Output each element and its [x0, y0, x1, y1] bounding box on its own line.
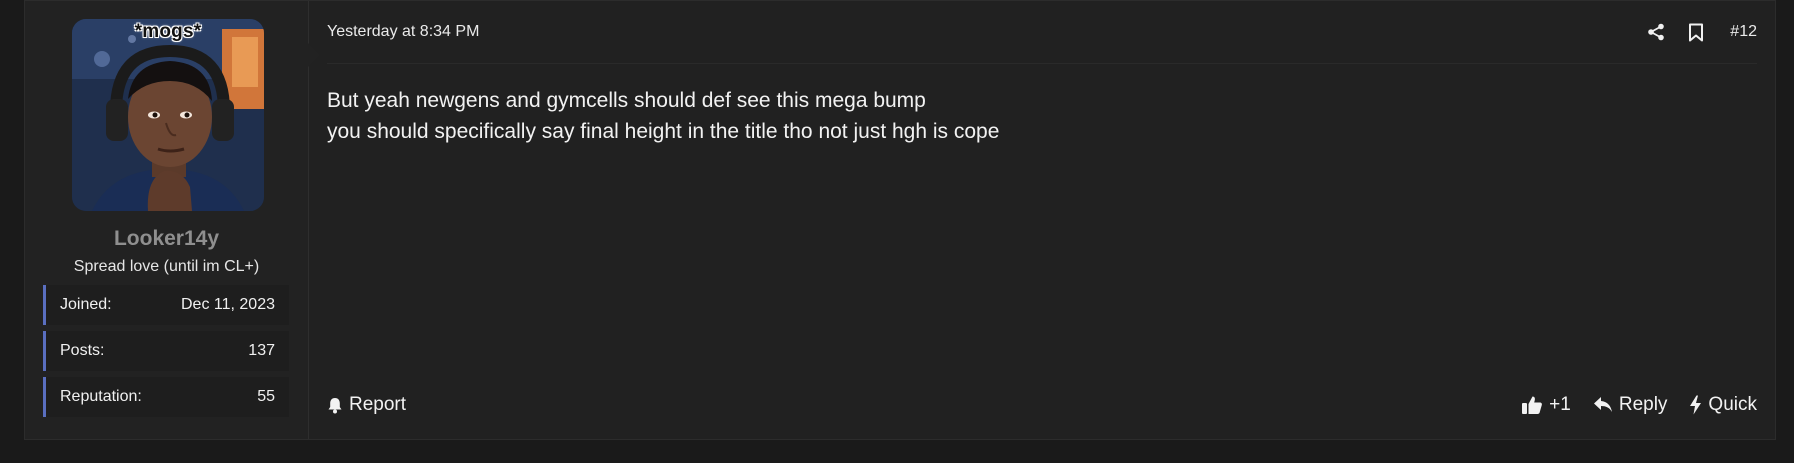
reply-arrow-icon [1593, 396, 1613, 414]
reply-button[interactable]: Reply [1593, 394, 1668, 416]
username[interactable]: Looker14y [25, 227, 308, 251]
report-label: Report [349, 394, 407, 415]
post-timestamp[interactable]: Yesterday at 8:34 PM [327, 23, 479, 41]
thumbs-up-icon [1521, 395, 1543, 415]
quick-reply-button[interactable]: Quick [1689, 394, 1757, 416]
post-number[interactable]: #12 [1730, 23, 1757, 41]
page: *mogs* Looker14y Spread love (until im C… [0, 0, 1794, 463]
message-footer: Report +1 Reply Quick [327, 391, 1757, 419]
quick-label: Quick [1708, 394, 1757, 415]
lightning-bolt-icon [1689, 395, 1702, 415]
avatar-caption: *mogs* [134, 21, 202, 42]
stat-label: Reputation: [60, 388, 142, 405]
message-cell: Yesterday at 8:34 PM #12 But yeah newgen… [309, 1, 1775, 439]
bookmark-icon[interactable] [1686, 21, 1706, 43]
stat-joined: Joined: Dec 11, 2023 [43, 285, 289, 325]
stat-value: Dec 11, 2023 [181, 296, 275, 313]
forum-post: *mogs* Looker14y Spread love (until im C… [24, 0, 1776, 440]
footer-right: +1 Reply Quick [1521, 394, 1757, 416]
header-actions: #12 [1646, 21, 1757, 43]
footer-left: Report [327, 394, 406, 416]
user-stats: Joined: Dec 11, 2023 Posts: 137 Reputati… [43, 285, 289, 423]
bell-icon [327, 397, 343, 414]
stat-posts: Posts: 137 [43, 331, 289, 371]
share-icon[interactable] [1646, 21, 1666, 43]
message-body: But yeah newgens and gymcells should def… [327, 85, 1757, 147]
stat-value: 137 [248, 342, 275, 359]
user-title: Spread love (until im CL+) [73, 258, 260, 275]
like-count: +1 [1549, 394, 1571, 415]
stat-label: Posts: [60, 342, 105, 359]
stat-label: Joined: [60, 296, 112, 313]
message-header: Yesterday at 8:34 PM #12 [327, 1, 1757, 64]
message-line: you should specifically say final height… [327, 120, 1000, 143]
avatar-image [72, 19, 264, 211]
stat-reputation: Reputation: 55 [43, 377, 289, 417]
report-button[interactable]: Report [327, 394, 406, 416]
like-button[interactable]: +1 [1521, 394, 1571, 416]
message-line: But yeah newgens and gymcells should def… [327, 89, 926, 112]
user-cell: *mogs* Looker14y Spread love (until im C… [25, 1, 320, 439]
stat-value: 55 [257, 388, 275, 405]
avatar[interactable]: *mogs* [72, 19, 264, 211]
reply-label: Reply [1618, 394, 1668, 415]
